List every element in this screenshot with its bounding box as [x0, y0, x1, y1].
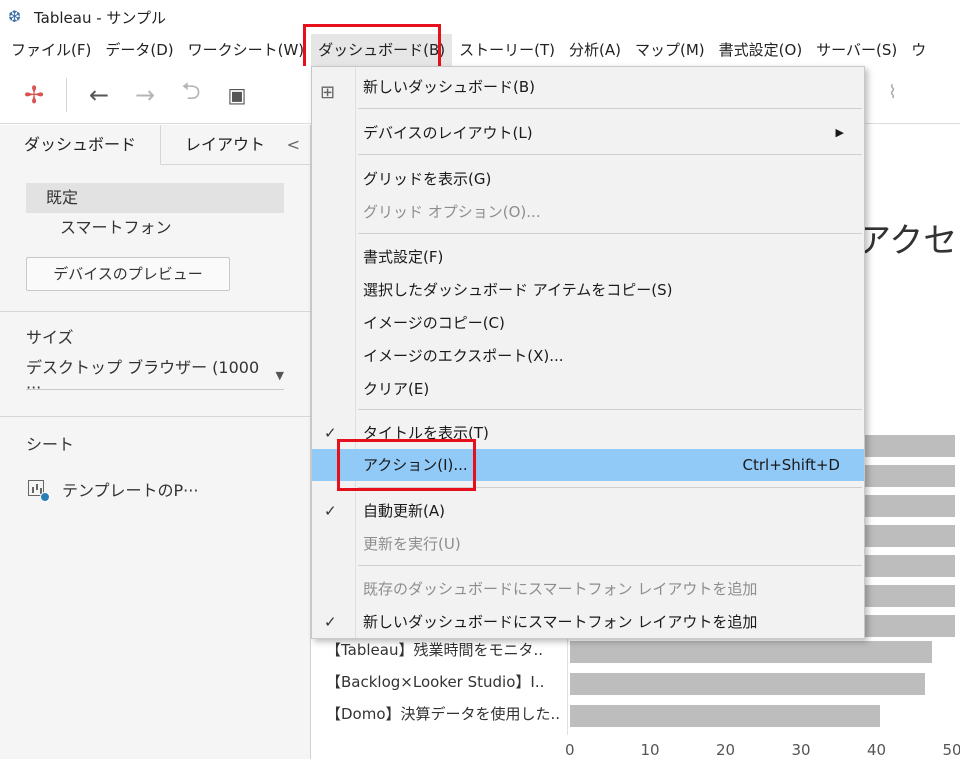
- bar[interactable]: [570, 705, 880, 727]
- device-smartphone[interactable]: スマートフォン: [26, 213, 284, 243]
- menu-item-show-grid[interactable]: グリッドを表示(G): [312, 163, 864, 195]
- menu-item-auto-update[interactable]: ✓ 自動更新(A): [312, 495, 864, 527]
- device-preview-button[interactable]: デバイスのプレビュー: [26, 257, 230, 291]
- menu-analysis[interactable]: 分析(A): [562, 34, 628, 66]
- menu-item-format[interactable]: 書式設定(F): [312, 241, 864, 273]
- back-arrow-icon[interactable]: ←: [85, 81, 113, 109]
- tableau-home-icon[interactable]: ✢: [20, 81, 48, 109]
- checkmark-icon: ✓: [324, 613, 337, 631]
- axis-tick: 40: [867, 741, 887, 759]
- menu-item-export-image[interactable]: イメージのエクスポート(X)...: [312, 340, 864, 372]
- menu-item-add-phone-layout-new[interactable]: ✓ 新しいダッシュボードにスマートフォン レイアウトを追加: [312, 606, 864, 638]
- menu-story[interactable]: ストーリー(T): [452, 34, 562, 66]
- redo-icon[interactable]: ⮌: [177, 77, 205, 109]
- axis-tick: 50: [942, 741, 960, 759]
- menu-separator: [358, 565, 862, 566]
- menu-separator: [358, 154, 862, 155]
- window-title: Tableau - サンプル: [34, 8, 166, 27]
- new-dashboard-icon: ⊞: [320, 82, 336, 103]
- axis-tick: 20: [716, 741, 736, 759]
- worksheet-icon: [26, 478, 50, 502]
- checkmark-icon: ✓: [324, 502, 337, 520]
- sheet-item[interactable]: テンプレートのP···: [0, 455, 310, 502]
- submenu-arrow-icon: ▶: [835, 126, 844, 139]
- device-default[interactable]: 既定: [26, 183, 284, 213]
- size-label: サイズ: [26, 328, 74, 347]
- toolbar-separator: [66, 77, 67, 112]
- collapse-panel-icon[interactable]: <: [287, 125, 300, 165]
- shortcut-label: Ctrl+Shift+D: [742, 456, 840, 474]
- forward-arrow-icon[interactable]: →: [131, 81, 159, 109]
- chevron-down-icon: ▼: [275, 369, 284, 382]
- sheets-label: シート: [26, 435, 75, 454]
- menu-data[interactable]: データ(D): [98, 34, 180, 66]
- menu-item-add-phone-layout-existing: 既存のダッシュボードにスマートフォン レイアウトを追加: [363, 580, 758, 598]
- axis-tick: 0: [565, 741, 575, 759]
- menu-item-run-update: 更新を実行(U): [363, 535, 461, 553]
- menu-worksheet[interactable]: ワークシート(W): [181, 34, 312, 66]
- menu-item-clear[interactable]: クリア(E): [312, 373, 864, 405]
- dashboard-title: アクセス: [857, 221, 960, 261]
- menu-format[interactable]: 書式設定(O): [712, 34, 810, 66]
- menu-file[interactable]: ファイル(F): [4, 34, 98, 66]
- device-list: 既定 スマートフォン: [0, 165, 310, 243]
- size-dropdown[interactable]: デスクトップ ブラウザー (1000 ··· ▼: [26, 358, 284, 397]
- title-bar: ❆ Tableau - サンプル: [0, 0, 960, 34]
- menu-separator: [358, 409, 862, 410]
- bar-label: 【Domo】決算データを使用した..: [326, 705, 561, 723]
- menu-server[interactable]: サーバー(S): [809, 34, 904, 66]
- menu-item-device-layout[interactable]: デバイスのレイアウト(L) ▶: [312, 117, 864, 149]
- menu-separator: [358, 233, 862, 234]
- bar-label: 【Backlog×Looker Studio】I..: [326, 673, 545, 691]
- axis-tick: 10: [640, 741, 660, 759]
- menu-separator: [358, 108, 862, 109]
- tableau-logo-icon: ❆: [8, 7, 22, 26]
- bar[interactable]: [570, 673, 925, 695]
- bar[interactable]: [570, 641, 933, 663]
- menu-bar: ファイル(F) データ(D) ワークシート(W) ダッシュボード(B) ストーリ…: [0, 34, 960, 66]
- sheet-item-label: テンプレートのP···: [62, 481, 199, 500]
- dashboard-menu-dropdown: ⊞ 新しいダッシュボード(B) デバイスのレイアウト(L) ▶ グリッドを表示(…: [311, 66, 865, 639]
- menu-map[interactable]: マップ(M): [628, 34, 712, 66]
- tab-layout[interactable]: レイアウト: [161, 125, 289, 165]
- menu-item-grid-options: グリッド オプション(O)...: [363, 203, 541, 221]
- tab-dashboard[interactable]: ダッシュボード: [0, 125, 162, 165]
- menu-item-copy-dashboard-item[interactable]: 選択したダッシュボード アイテムをコピー(S): [312, 274, 864, 306]
- menu-window[interactable]: ウ: [904, 34, 933, 66]
- menu-item-new-dashboard[interactable]: ⊞ 新しいダッシュボード(B): [312, 71, 864, 103]
- panel-tabs: ダッシュボード レイアウト <: [0, 125, 310, 165]
- annotation-box-actions-item: [337, 439, 476, 491]
- paperclip-icon[interactable]: ⌇: [888, 82, 897, 103]
- save-icon[interactable]: ▣: [223, 81, 251, 109]
- checkmark-icon: ✓: [324, 424, 337, 442]
- menu-item-copy-image[interactable]: イメージのコピー(C): [312, 307, 864, 339]
- left-panel: ダッシュボード レイアウト < 既定 スマートフォン デバイスのプレビュー サイ…: [0, 125, 311, 759]
- size-value: デスクトップ ブラウザー (1000 ···: [26, 358, 260, 397]
- bar-label: 【Tableau】残業時間をモニタ..: [326, 641, 544, 659]
- axis-tick: 30: [791, 741, 811, 759]
